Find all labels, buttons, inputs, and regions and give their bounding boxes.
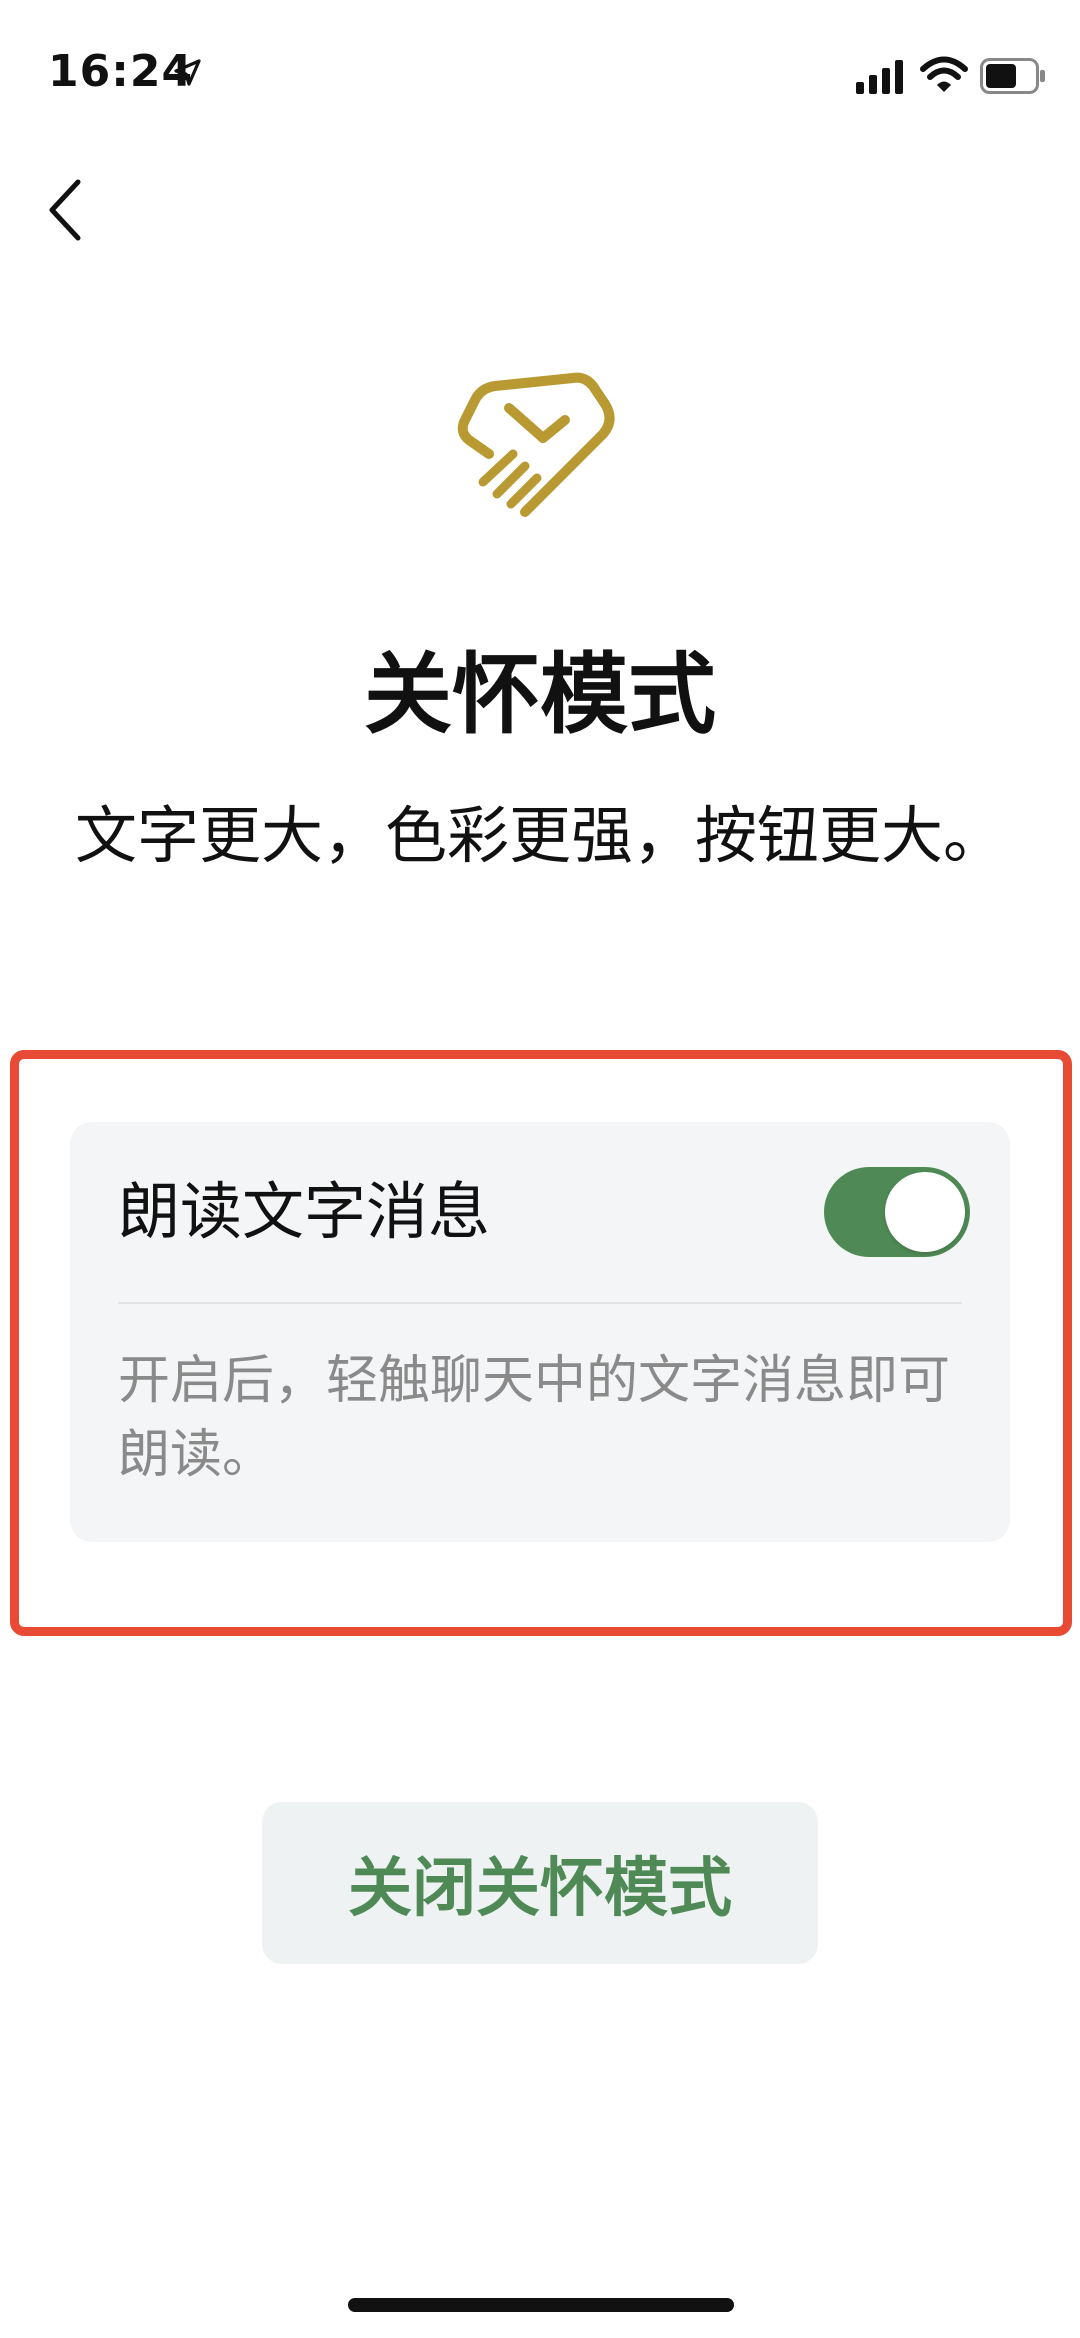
toggle-knob xyxy=(885,1172,965,1252)
page-title: 关怀模式 xyxy=(363,643,716,746)
read-aloud-settings-card: 朗读文字消息 开启后，轻触聊天中的文字消息即可朗读。 xyxy=(70,1122,1010,1542)
care-heart-hand-icon xyxy=(457,372,615,517)
read-aloud-label: 朗读文字消息 xyxy=(118,1175,491,1248)
exit-care-mode-button[interactable]: 关闭关怀模式 xyxy=(262,1802,818,1964)
chevron-left-icon xyxy=(49,179,81,241)
card-divider xyxy=(118,1302,962,1304)
read-aloud-toggle[interactable] xyxy=(824,1167,970,1257)
page-subtitle: 文字更大，色彩更强，按钮更大。 xyxy=(74,799,1005,872)
battery-icon xyxy=(980,58,1045,94)
cellular-signal-icon xyxy=(856,60,903,94)
home-indicator xyxy=(348,2298,734,2312)
wifi-icon xyxy=(920,56,968,92)
read-aloud-description: 开启后，轻触聊天中的文字消息即可朗读。 xyxy=(118,1351,951,1485)
back-button[interactable] xyxy=(40,170,120,250)
status-bar: 16:24 xyxy=(0,0,1080,150)
location-arrow-icon xyxy=(174,59,201,86)
